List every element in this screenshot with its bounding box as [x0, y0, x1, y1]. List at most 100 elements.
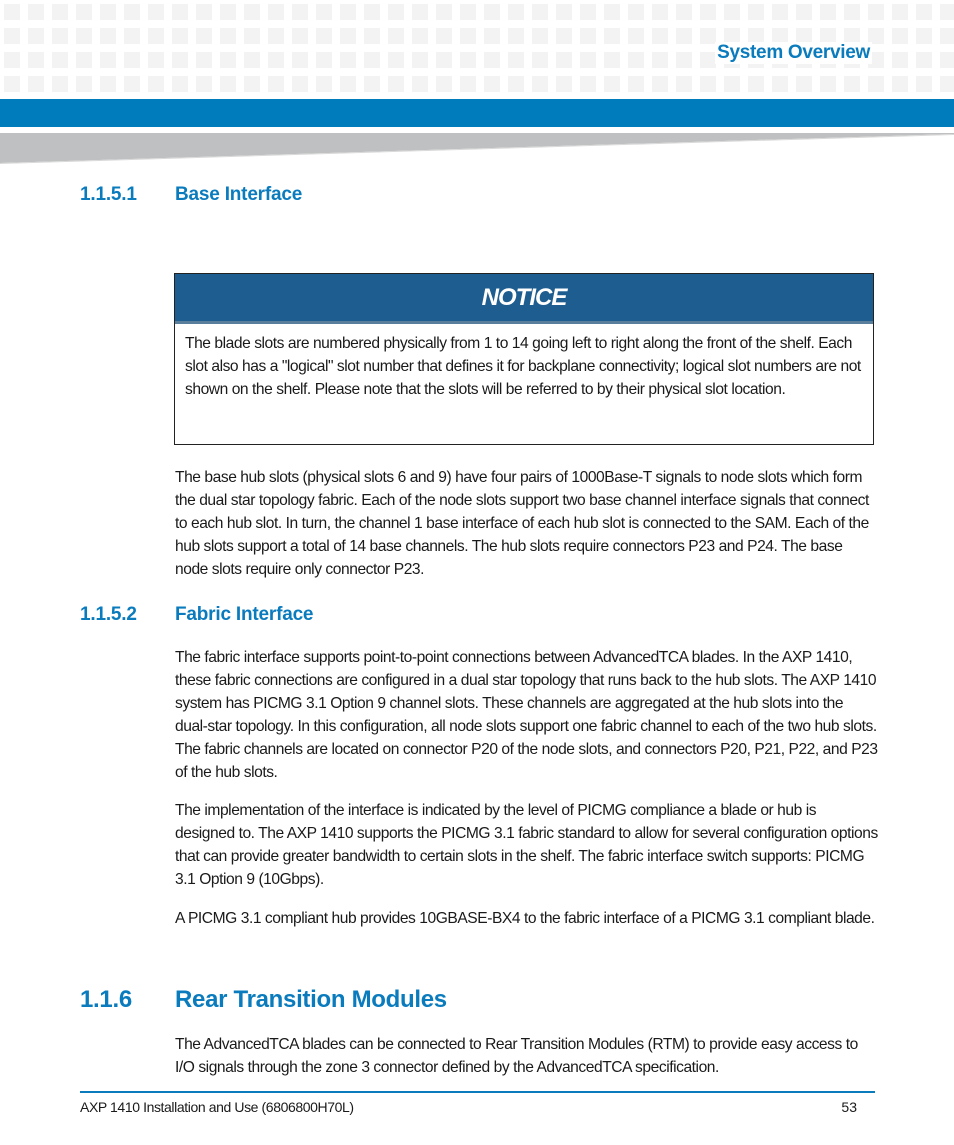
grid-square — [820, 4, 836, 20]
notice-text: The blade slots are numbered physically … — [185, 335, 861, 398]
grid-square — [148, 76, 164, 92]
grid-square — [484, 76, 500, 92]
grid-square — [700, 28, 716, 44]
grid-square — [556, 4, 572, 20]
grid-square — [220, 4, 236, 20]
grid-square — [460, 52, 476, 68]
grid-square — [172, 4, 188, 20]
grid-square — [292, 4, 308, 20]
grid-square — [316, 28, 332, 44]
grid-square — [4, 28, 20, 44]
grid-square — [196, 4, 212, 20]
grid-square — [364, 4, 380, 20]
grid-square — [652, 52, 668, 68]
grid-square — [628, 76, 644, 92]
grid-square — [484, 28, 500, 44]
grid-square — [628, 28, 644, 44]
grid-square — [508, 76, 524, 92]
grid-square — [364, 28, 380, 44]
notice-box: NOTICE The blade slots are numbered phys… — [174, 273, 874, 445]
grid-square — [604, 52, 620, 68]
grid-square — [28, 76, 44, 92]
grid-square — [940, 52, 954, 68]
footer-page-number: 53 — [841, 1099, 857, 1115]
grid-square — [436, 52, 452, 68]
grid-square — [76, 4, 92, 20]
notice-title: NOTICE — [481, 283, 568, 311]
grid-square — [580, 76, 596, 92]
grid-square — [916, 28, 932, 44]
grid-square — [172, 76, 188, 92]
grid-square — [844, 76, 860, 92]
grid-square — [556, 52, 572, 68]
grid-square — [100, 4, 116, 20]
grid-square — [388, 52, 404, 68]
grid-square — [580, 28, 596, 44]
grid-square — [940, 28, 954, 44]
grid-square — [412, 28, 428, 44]
grid-square — [460, 76, 476, 92]
grid-square — [796, 4, 812, 20]
grid-square — [268, 52, 284, 68]
grid-square — [76, 28, 92, 44]
grid-square — [148, 28, 164, 44]
section-number: 1.1.5.2 — [80, 604, 137, 625]
grid-square — [100, 76, 116, 92]
grid-square — [436, 4, 452, 20]
grid-square — [4, 52, 20, 68]
grid-square — [676, 4, 692, 20]
grid-square — [916, 52, 932, 68]
grid-square — [868, 76, 884, 92]
grid-square — [628, 52, 644, 68]
grid-square — [268, 76, 284, 92]
grid-square — [172, 52, 188, 68]
grid-square — [700, 52, 716, 68]
grid-square — [340, 76, 356, 92]
grid-square — [244, 28, 260, 44]
grid-square — [652, 28, 668, 44]
grid-square — [604, 28, 620, 44]
paragraph: The base hub slots (physical slots 6 and… — [175, 469, 869, 578]
grid-square — [604, 4, 620, 20]
grid-square — [580, 52, 596, 68]
grid-square — [52, 76, 68, 92]
grid-square — [292, 52, 308, 68]
grid-square — [652, 4, 668, 20]
grid-square — [196, 76, 212, 92]
grid-square — [940, 4, 954, 20]
grid-square — [652, 76, 668, 92]
grid-square — [724, 4, 740, 20]
grid-square — [508, 4, 524, 20]
grid-square — [892, 52, 908, 68]
grid-square — [292, 28, 308, 44]
grid-square — [532, 28, 548, 44]
grid-square — [364, 76, 380, 92]
grid-square — [388, 28, 404, 44]
grid-square — [436, 76, 452, 92]
header-blue-band — [0, 99, 954, 127]
grid-square — [916, 4, 932, 20]
grid-square — [676, 76, 692, 92]
grid-square — [244, 76, 260, 92]
running-header-title: System Overview — [715, 42, 872, 64]
grid-square — [484, 52, 500, 68]
grid-square — [52, 52, 68, 68]
grid-square — [772, 76, 788, 92]
paragraph: The AdvancedTCA blades can be connected … — [175, 1036, 858, 1076]
grid-square — [412, 52, 428, 68]
grid-square — [148, 4, 164, 20]
grid-square — [676, 28, 692, 44]
section-number: 1.1.5.1 — [80, 184, 137, 205]
grid-square — [100, 28, 116, 44]
grid-square — [292, 76, 308, 92]
grid-square — [340, 4, 356, 20]
grid-square — [892, 4, 908, 20]
grid-square — [76, 76, 92, 92]
grid-square — [916, 76, 932, 92]
section-title: Base Interface — [175, 184, 303, 205]
grid-square — [508, 28, 524, 44]
section-heading-rear-transition-modules: 1.1.6 Rear Transition Modules — [80, 986, 447, 1014]
paragraph: The fabric interface supports point-to-p… — [175, 649, 878, 781]
grid-square — [892, 76, 908, 92]
grid-square — [628, 4, 644, 20]
